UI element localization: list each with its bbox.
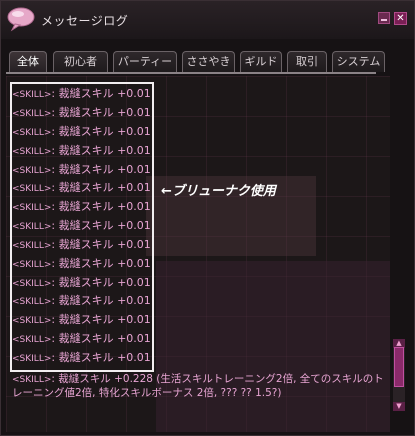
log-entry: <SKILL>: 裁縫スキル +0.01 bbox=[12, 181, 151, 194]
log-entry: <SKILL>: 裁縫スキル +0.01 bbox=[12, 163, 151, 176]
message-log-window: メッセージログ ✕ 全体 初心者 パーティー ささやき ギルド 取引 システム … bbox=[0, 0, 415, 436]
log-entry: <SKILL>: 裁縫スキル +0.01 bbox=[12, 276, 151, 289]
close-button[interactable]: ✕ bbox=[394, 12, 407, 25]
log-area[interactable]: <SKILL>: 裁縫スキル +0.01 <SKILL>: 裁縫スキル +0.0… bbox=[6, 76, 390, 432]
log-entry: <SKILL>: 裁縫スキル +0.01 bbox=[12, 257, 151, 270]
log-entry: <SKILL>: 裁縫スキル +0.01 bbox=[12, 238, 151, 251]
tab-system[interactable]: システム bbox=[332, 51, 385, 72]
log-entry: <SKILL>: 裁縫スキル +0.01 bbox=[12, 87, 151, 100]
log-entry: <SKILL>: 裁縫スキル +0.01 bbox=[12, 200, 151, 213]
tab-trade[interactable]: 取引 bbox=[287, 51, 327, 72]
log-entry: <SKILL>: 裁縫スキル +0.01 bbox=[12, 351, 151, 364]
annotation-text: ←ブリューナク使用 bbox=[161, 184, 276, 199]
background-panel bbox=[156, 261, 390, 432]
tab-divider bbox=[6, 72, 376, 74]
speech-bubble-icon bbox=[7, 7, 35, 32]
log-entry: <SKILL>: 裁縫スキル +0.01 bbox=[12, 332, 151, 345]
scrollbar[interactable]: ▲ ▼ bbox=[393, 339, 405, 411]
log-entry: <SKILL>: 裁縫スキル +0.01 bbox=[12, 106, 151, 119]
log-entry: <SKILL>: 裁縫スキル +0.01 bbox=[12, 125, 151, 138]
tab-beginner[interactable]: 初心者 bbox=[53, 51, 108, 72]
tab-whisper[interactable]: ささやき bbox=[182, 51, 235, 72]
scroll-thumb[interactable] bbox=[394, 347, 404, 387]
log-entry: <SKILL>: 裁縫スキル +0.01 bbox=[12, 219, 151, 232]
tab-party[interactable]: パーティー bbox=[113, 51, 177, 72]
tab-all[interactable]: 全体 bbox=[9, 51, 47, 72]
log-entry-detailed: <SKILL>: 裁縫スキル +0.228 (生活スキルトレーニング2倍, 全て… bbox=[12, 373, 384, 399]
tab-guild[interactable]: ギルド bbox=[240, 51, 282, 72]
log-entry: <SKILL>: 裁縫スキル +0.01 bbox=[12, 144, 151, 157]
window-title: メッセージログ bbox=[41, 14, 129, 28]
log-entry: <SKILL>: 裁縫スキル +0.01 bbox=[12, 294, 151, 307]
scroll-down-button[interactable]: ▼ bbox=[393, 402, 405, 411]
title-bar[interactable]: メッセージログ ✕ bbox=[1, 1, 414, 39]
minimize-button[interactable] bbox=[378, 12, 390, 24]
log-entry: <SKILL>: 裁縫スキル +0.01 bbox=[12, 313, 151, 326]
